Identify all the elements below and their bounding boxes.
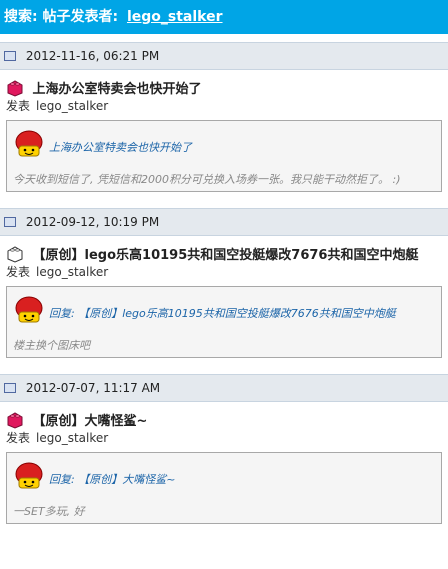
post-title-row: 【原创】lego乐高10195共和国空投艇爆改7676共和国空中炮艇: [0, 236, 448, 264]
post-result: 2012-09-12, 10:19 PM 【原创】lego乐高10195共和国空…: [0, 208, 448, 358]
posted-by: 发表 lego_stalker: [0, 98, 448, 114]
post-result: 2012-07-07, 11:17 AM 【原创】大嘴怪鲨~ 发表 lego_st…: [0, 374, 448, 524]
post-date: 2012-07-07, 11:17 AM: [25, 381, 161, 395]
post-date: 2012-09-12, 10:19 PM: [25, 215, 160, 229]
post-author[interactable]: lego_stalker: [36, 99, 108, 113]
posted-by-label: 发表: [6, 431, 31, 445]
post-preview: 回复: 【原创】大嘴怪鲨~ 一SET多玩, 好: [6, 452, 442, 524]
posted-by-label: 发表: [6, 99, 31, 113]
avatar: [15, 130, 43, 157]
author-link[interactable]: lego_stalker: [127, 9, 223, 25]
post-title-link[interactable]: 上海办公室特卖会也快开始了: [33, 82, 202, 97]
search-label: 搜索:: [4, 9, 38, 25]
avatar: [15, 296, 43, 323]
search-subtitle: 帖子发表者:: [42, 9, 119, 25]
post-title-link[interactable]: 【原创】大嘴怪鲨~: [33, 414, 148, 429]
post-doc-icon: [4, 383, 16, 393]
post-author[interactable]: lego_stalker: [36, 431, 108, 445]
post-date: 2012-11-16, 06:21 PM: [25, 49, 160, 63]
post-date-bar: 2012-09-12, 10:19 PM: [0, 209, 448, 236]
preview-text: 一SET多玩, 好: [13, 505, 85, 518]
post-title-link[interactable]: 【原创】lego乐高10195共和国空投艇爆改7676共和国空中炮艇: [33, 248, 419, 263]
post-date-bar: 2012-07-07, 11:17 AM: [0, 375, 448, 402]
preview-text: 楼主换个图床吧: [13, 339, 90, 352]
preview-text: 今天收到短信了, 凭短信和2000积分可兑换入场券一张。我只能干动然拒了。 :): [13, 173, 401, 186]
post-title-row: 【原创】大嘴怪鲨~: [0, 402, 448, 430]
lego-brick-icon: [7, 412, 23, 429]
post-title-row: 上海办公室特卖会也快开始了: [0, 70, 448, 98]
posted-by-label: 发表: [6, 265, 31, 279]
post-date-bar: 2012-11-16, 06:21 PM: [0, 43, 448, 70]
post-result: 2012-11-16, 06:21 PM 上海办公室特卖会也快开始了 发表 leg…: [0, 42, 448, 192]
post-preview: 上海办公室特卖会也快开始了 今天收到短信了, 凭短信和2000积分可兑换入场券一…: [6, 120, 442, 192]
preview-title[interactable]: 回复: 【原创】大嘴怪鲨~: [49, 471, 175, 487]
preview-title[interactable]: 回复: 【原创】lego乐高10195共和国空投艇爆改7676共和国空中炮艇: [49, 305, 396, 321]
posted-by: 发表 lego_stalker: [0, 430, 448, 446]
avatar: [15, 462, 43, 489]
post-author[interactable]: lego_stalker: [36, 265, 108, 279]
post-preview: 回复: 【原创】lego乐高10195共和国空投艇爆改7676共和国空中炮艇 楼…: [6, 286, 442, 358]
post-doc-icon: [4, 51, 16, 61]
posted-by: 发表 lego_stalker: [0, 264, 448, 280]
preview-title[interactable]: 上海办公室特卖会也快开始了: [49, 139, 192, 155]
search-results-header: 搜索: 帖子发表者: lego_stalker: [0, 0, 448, 34]
post-doc-icon: [4, 217, 16, 227]
lego-brick-icon: [7, 246, 23, 263]
lego-brick-icon: [7, 80, 23, 97]
